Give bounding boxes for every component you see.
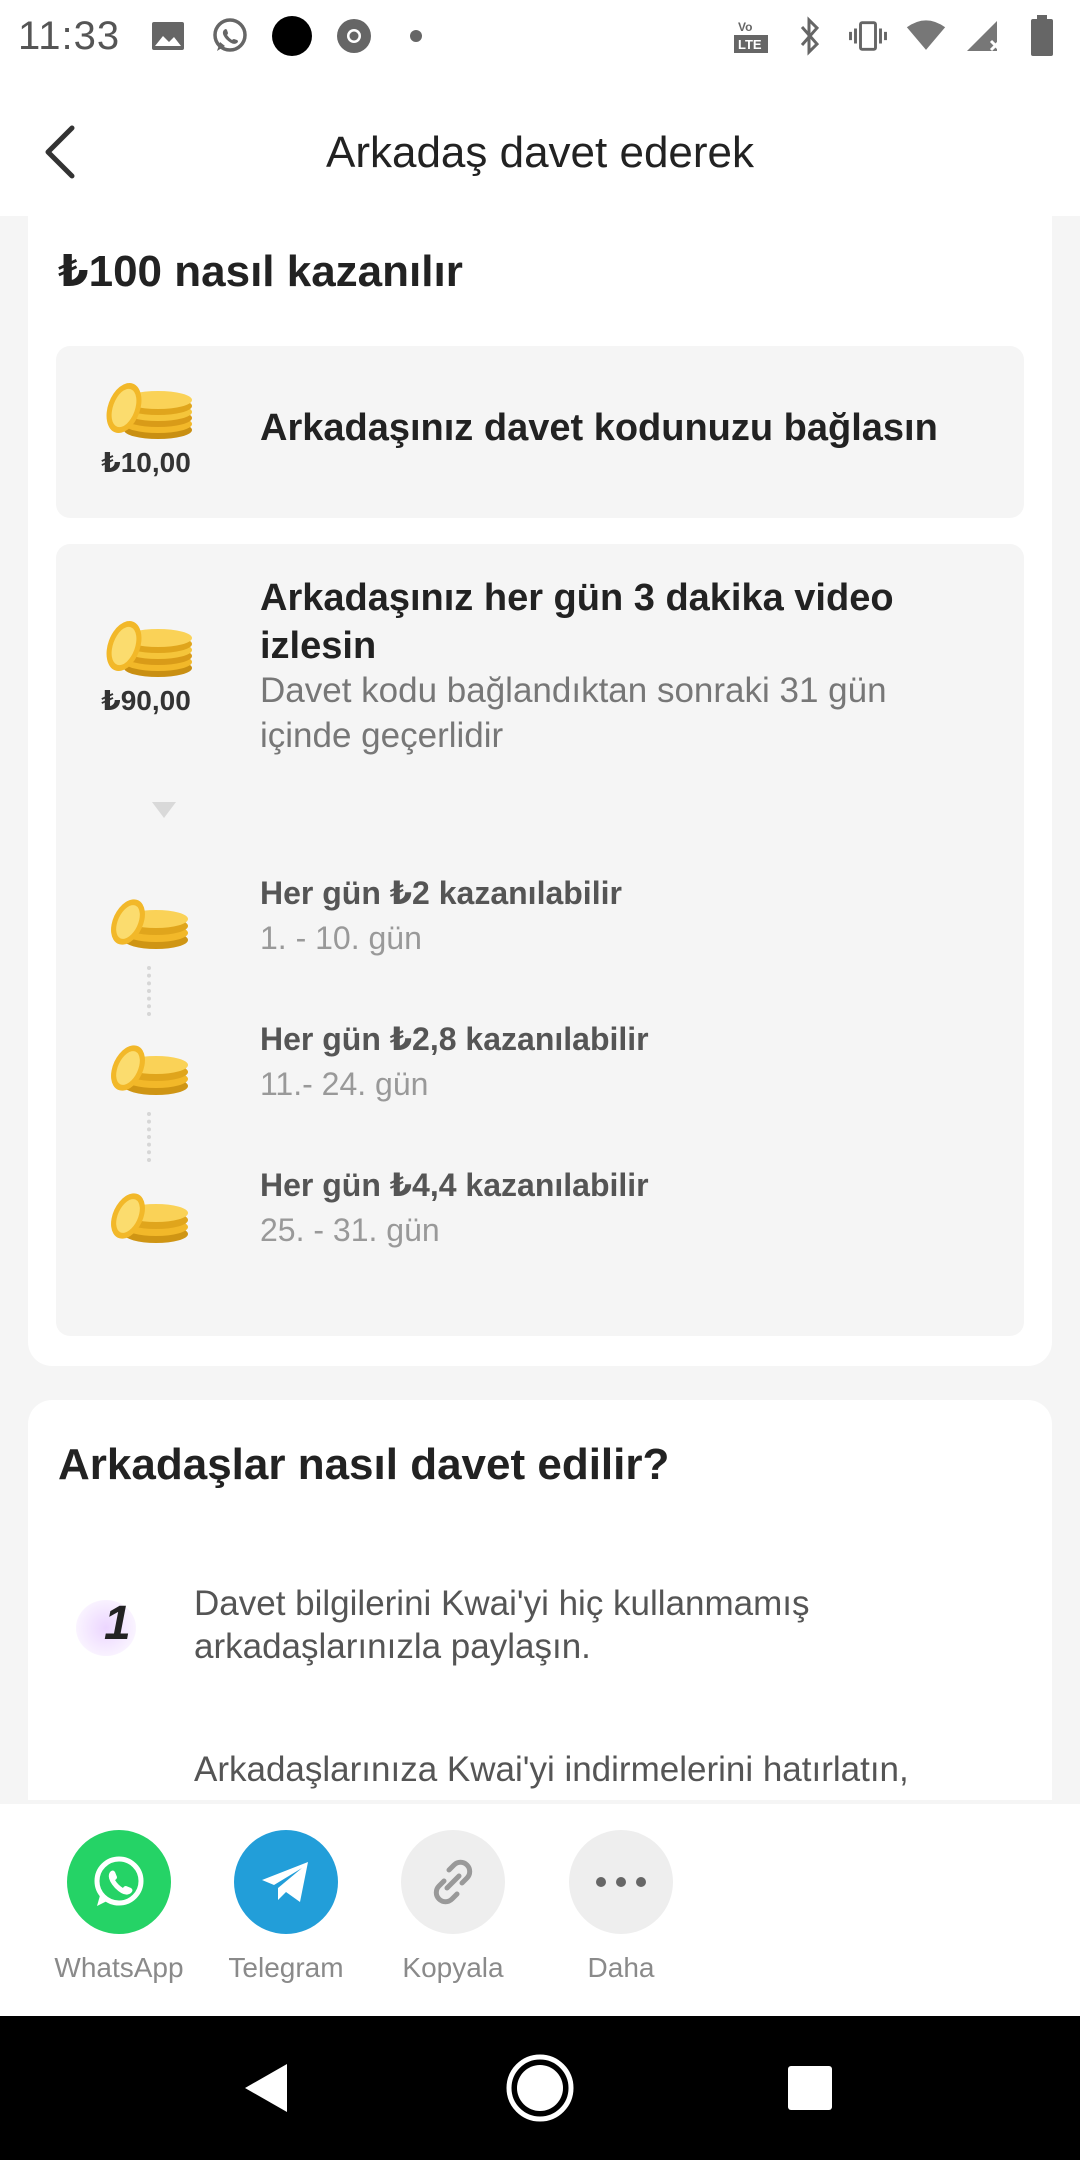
app-header: Arkadaş davet ederek: [0, 72, 1080, 216]
circle-icon: [272, 16, 313, 56]
coin-icon: [111, 1045, 188, 1095]
step-1-text: Arkadaşınız davet kodunuzu bağlasın: [260, 407, 938, 449]
telegram-icon: [234, 1830, 338, 1934]
share-copy-label: Kopyala: [402, 1952, 504, 1983]
whatsapp-icon: [67, 1830, 171, 1934]
signal-icon: [964, 16, 1004, 56]
chevron-down-icon: [152, 802, 176, 818]
coin-icon: [111, 899, 188, 949]
coin-amount-group: ₺90,00: [96, 612, 196, 717]
tier-2-days: 11.- 24. gün: [260, 1066, 429, 1102]
share-whatsapp-button[interactable]: WhatsApp: [44, 1830, 194, 1984]
vibrate-icon: [848, 16, 888, 56]
whatsapp-notification-icon: [210, 16, 250, 56]
step-2-text: Arkadaşınız her gün 3 dakika video izles…: [260, 577, 894, 667]
back-icon: [245, 2064, 287, 2112]
status-bar: 11:33 Vo LTE: [0, 0, 1080, 72]
battery-icon: [1022, 15, 1062, 56]
earn-section-title: ₺100 nasıl kazanılır: [58, 247, 463, 296]
more-icon: [569, 1830, 673, 1934]
step-2-subtext: Davet kodu bağlandıktan sonraki 31 gün i…: [260, 671, 887, 755]
share-telegram-label: Telegram: [228, 1952, 344, 1983]
earn-step-1: ₺10,00 Arkadaşınız davet kodunuzu bağlas…: [56, 346, 1024, 518]
earn-card: ₺100 nasıl kazanılır ₺10,00 Arkadaşınız …: [28, 216, 1052, 1366]
nav-home-button[interactable]: [504, 2052, 576, 2124]
wifi-icon: [906, 16, 946, 56]
chrome-icon: [334, 16, 374, 56]
tier-1-title: Her gün ₺2 kazanılabilir: [260, 875, 622, 911]
bluetooth-icon: [790, 16, 830, 56]
tier-2-title: Her gün ₺2,8 kazanılabilir: [260, 1021, 649, 1057]
coin-amount-group: ₺10,00: [96, 374, 196, 479]
earn-step-2: ₺90,00 Arkadaşınız her gün 3 dakika vide…: [56, 544, 1024, 1336]
invite-card: Arkadaşlar nasıl davet edilir? 1 Davet b…: [28, 1400, 1052, 1800]
svg-text:Vo: Vo: [738, 20, 752, 34]
tier-connector: [147, 966, 151, 1016]
page-title: Arkadaş davet ederek: [325, 128, 755, 177]
share-copy-button[interactable]: Kopyala: [378, 1830, 528, 1984]
image-icon: [148, 16, 188, 56]
tier-connector: [147, 1112, 151, 1162]
link-icon: [401, 1830, 505, 1934]
tier-1-days: 1. - 10. gün: [260, 920, 422, 956]
share-whatsapp-label: WhatsApp: [54, 1952, 184, 1983]
invite-section-title: Arkadaşlar nasıl davet edilir?: [58, 1440, 670, 1489]
tier-3-title: Her gün ₺4,4 kazanılabilir: [260, 1167, 649, 1203]
nav-recents-button[interactable]: [774, 2052, 846, 2124]
share-telegram-button[interactable]: Telegram: [211, 1830, 361, 1984]
home-icon: [506, 2054, 574, 2122]
invite-step-1-number: 1: [104, 1597, 131, 1650]
recents-icon: [788, 2066, 832, 2110]
step-2-amount: ₺90,00: [101, 685, 191, 716]
volte-icon: Vo LTE: [732, 16, 772, 56]
invite-step-2-text: Arkadaşlarınıza Kwai'yi indirmelerini ha…: [194, 1750, 909, 1789]
nav-back-button[interactable]: [230, 2052, 302, 2124]
share-bar: WhatsApp Telegram Kopyala Daha: [0, 1804, 1080, 2016]
tier-3-days: 25. - 31. gün: [260, 1212, 440, 1248]
coin-stack-icon: [106, 382, 192, 439]
dot-icon: [396, 16, 436, 56]
coin-stack-icon: [106, 620, 192, 677]
invite-step-1-text: Davet bilgilerini Kwai'yi hiç kullanmamı…: [194, 1584, 810, 1666]
coin-icon: [111, 1193, 188, 1243]
share-more-label: Daha: [587, 1952, 655, 1983]
system-nav-bar: [0, 2016, 1080, 2160]
step-1-amount: ₺10,00: [101, 447, 191, 478]
share-more-button[interactable]: Daha: [546, 1830, 696, 1984]
svg-text:LTE: LTE: [738, 37, 762, 52]
status-time: 11:33: [18, 13, 121, 58]
